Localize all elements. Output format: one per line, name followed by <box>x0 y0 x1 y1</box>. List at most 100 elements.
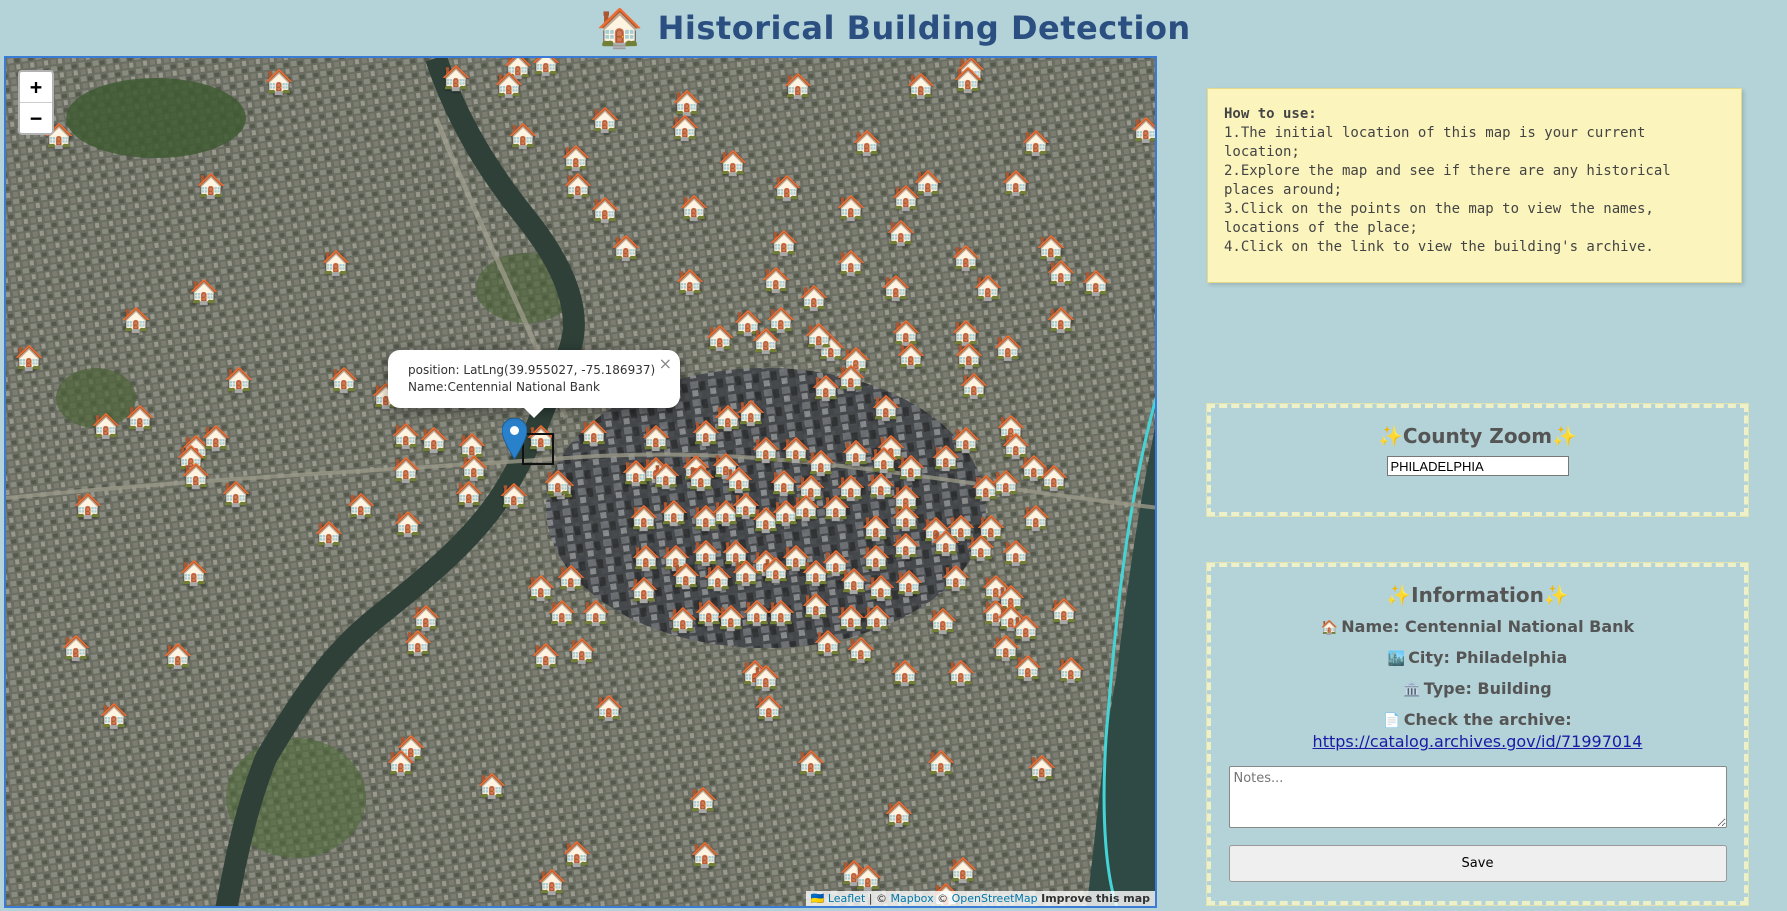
house-marker-icon[interactable]: 🏠 <box>703 566 733 590</box>
house-marker-icon[interactable]: 🏠 <box>1021 506 1051 530</box>
house-marker-icon[interactable]: 🏠 <box>806 451 836 475</box>
house-marker-icon[interactable]: 🏠 <box>881 276 911 300</box>
house-marker-icon[interactable]: 🏠 <box>836 196 866 220</box>
house-marker-icon[interactable]: 🏠 <box>852 131 882 155</box>
house-marker-icon[interactable]: 🏠 <box>547 601 577 625</box>
house-marker-icon[interactable]: 🏠 <box>783 74 813 98</box>
house-marker-icon[interactable]: 🏠 <box>966 536 996 560</box>
map-pin-icon[interactable] <box>502 418 527 459</box>
house-marker-icon[interactable]: 🏠 <box>754 696 784 720</box>
house-marker-icon[interactable]: 🏠 <box>736 401 766 425</box>
house-marker-icon[interactable]: 🏠 <box>896 456 926 480</box>
house-marker-icon[interactable]: 🏠 <box>579 421 609 445</box>
house-marker-icon[interactable]: 🏠 <box>121 308 151 332</box>
house-marker-icon[interactable]: 🏠 <box>641 426 671 450</box>
county-input[interactable] <box>1386 456 1569 476</box>
house-marker-icon[interactable]: 🏠 <box>1081 271 1111 295</box>
house-marker-icon[interactable]: 🏠 <box>454 482 484 506</box>
house-marker-icon[interactable]: 🏠 <box>181 464 211 488</box>
house-marker-icon[interactable]: 🏠 <box>477 774 507 798</box>
house-marker-icon[interactable]: 🏠 <box>948 858 978 882</box>
house-marker-icon[interactable]: 🏠 <box>581 601 611 625</box>
house-marker-icon[interactable]: 🏠 <box>419 428 449 452</box>
house-marker-icon[interactable]: 🏠 <box>659 501 689 525</box>
map[interactable]: + − 🏠 🏠 🏠 🏠 🏠 🏠 🏠 🏠 🏠 🏠 🏠 🏠 🏠 🏠 🏠 🏠 🏠 🏠 🏠 🏠 🏠 🏠 🏠 🏠 🏠 🏠 🏠 🏠 🏠 🏠 🏠 🏠 🏠 🏠 🏠 🏠… <box>4 56 1157 908</box>
house-marker-icon[interactable]: 🏠 <box>761 558 791 582</box>
house-marker-icon[interactable]: 🏠 <box>751 438 781 462</box>
house-marker-icon[interactable]: 🏠 <box>769 471 799 495</box>
house-marker-icon[interactable]: 🏠 <box>954 344 984 368</box>
house-marker-icon[interactable]: 🏠 <box>590 198 620 222</box>
house-marker-icon[interactable]: 🏠 <box>391 458 421 482</box>
house-marker-icon[interactable]: 🏠 <box>836 251 866 275</box>
house-marker-icon[interactable]: 🏠 <box>891 506 921 530</box>
house-marker-icon[interactable]: 🏠 <box>99 704 129 728</box>
house-marker-icon[interactable]: 🏠 <box>821 496 851 520</box>
house-marker-icon[interactable]: 🏠 <box>1039 466 1069 490</box>
house-marker-icon[interactable]: 🏠 <box>866 576 896 600</box>
house-marker-icon[interactable]: 🏠 <box>1027 756 1057 780</box>
house-marker-icon[interactable]: 🏠 <box>125 406 155 430</box>
house-marker-icon[interactable]: 🏠 <box>670 116 700 140</box>
house-marker-icon[interactable]: 🏠 <box>179 561 209 585</box>
house-marker-icon[interactable]: 🏠 <box>769 231 799 255</box>
house-marker-icon[interactable]: 🏠 <box>884 802 914 826</box>
house-marker-icon[interactable]: 🏠 <box>531 58 561 75</box>
house-marker-icon[interactable]: 🏠 <box>705 326 735 350</box>
house-marker-icon[interactable]: 🏠 <box>813 631 843 655</box>
leaflet-link[interactable]: 🇺🇦 Leaflet <box>811 892 866 905</box>
house-marker-icon[interactable]: 🏠 <box>891 534 921 558</box>
house-marker-icon[interactable]: 🏠 <box>314 522 344 546</box>
house-marker-icon[interactable]: 🏠 <box>853 866 883 890</box>
house-marker-icon[interactable]: 🏠 <box>941 566 971 590</box>
house-marker-icon[interactable]: 🏠 <box>1056 658 1086 682</box>
house-marker-icon[interactable]: 🏠 <box>1001 541 1031 565</box>
archive-link[interactable]: https://catalog.archives.gov/id/71997014 <box>1211 732 1744 752</box>
house-marker-icon[interactable]: 🏠 <box>862 606 892 630</box>
notes-field[interactable] <box>1228 766 1727 828</box>
house-marker-icon[interactable]: 🏠 <box>561 146 591 170</box>
house-marker-icon[interactable]: 🏠 <box>861 516 891 540</box>
house-marker-icon[interactable]: 🏠 <box>189 280 219 304</box>
house-marker-icon[interactable]: 🏠 <box>563 174 593 198</box>
house-marker-icon[interactable]: 🏠 <box>671 564 701 588</box>
house-marker-icon[interactable]: 🏠 <box>926 751 956 775</box>
house-marker-icon[interactable]: 🏠 <box>73 494 103 518</box>
house-marker-icon[interactable]: 🏠 <box>686 466 716 490</box>
house-marker-icon[interactable]: 🏠 <box>221 482 251 506</box>
house-marker-icon[interactable]: 🏠 <box>931 531 961 555</box>
house-marker-icon[interactable]: 🏠 <box>562 842 592 866</box>
house-marker-icon[interactable]: 🏠 <box>499 484 529 508</box>
house-marker-icon[interactable]: 🏠 <box>890 661 920 685</box>
house-marker-icon[interactable]: 🏠 <box>411 606 441 630</box>
house-marker-icon[interactable]: 🏠 <box>951 246 981 270</box>
house-marker-icon[interactable]: 🏠 <box>391 424 421 448</box>
mapbox-link[interactable]: Mapbox <box>890 892 933 905</box>
house-marker-icon[interactable]: 🏠 <box>799 286 829 310</box>
house-marker-icon[interactable]: 🏠 <box>675 270 705 294</box>
zoom-out-button[interactable]: − <box>20 102 52 133</box>
house-marker-icon[interactable]: 🏠 <box>766 601 796 625</box>
house-marker-icon[interactable]: 🏠 <box>1013 656 1043 680</box>
house-marker-icon[interactable]: 🏠 <box>839 569 869 593</box>
house-marker-icon[interactable]: 🏠 <box>846 638 876 662</box>
house-marker-icon[interactable]: 🏠 <box>441 66 471 90</box>
house-marker-icon[interactable]: 🏠 <box>629 578 659 602</box>
zoom-in-button[interactable]: + <box>20 72 52 102</box>
house-marker-icon[interactable]: 🏠 <box>590 108 620 132</box>
house-marker-icon[interactable]: 🏠 <box>731 561 761 585</box>
house-marker-icon[interactable]: 🏠 <box>386 751 416 775</box>
house-marker-icon[interactable]: 🏠 <box>761 268 791 292</box>
house-marker-icon[interactable]: 🏠 <box>896 344 926 368</box>
house-marker-icon[interactable]: 🏠 <box>973 276 1003 300</box>
house-marker-icon[interactable]: 🏠 <box>459 456 489 480</box>
house-marker-icon[interactable]: 🏠 <box>772 176 802 200</box>
house-marker-icon[interactable]: 🏠 <box>871 396 901 420</box>
house-marker-icon[interactable]: 🏠 <box>804 324 834 348</box>
house-marker-icon[interactable]: 🏠 <box>796 751 826 775</box>
house-marker-icon[interactable]: 🏠 <box>526 576 556 600</box>
house-marker-icon[interactable]: 🏠 <box>718 151 748 175</box>
house-marker-icon[interactable]: 🏠 <box>913 171 943 195</box>
house-marker-icon[interactable]: 🏠 <box>611 236 641 260</box>
house-marker-icon[interactable]: 🏠 <box>61 636 91 660</box>
